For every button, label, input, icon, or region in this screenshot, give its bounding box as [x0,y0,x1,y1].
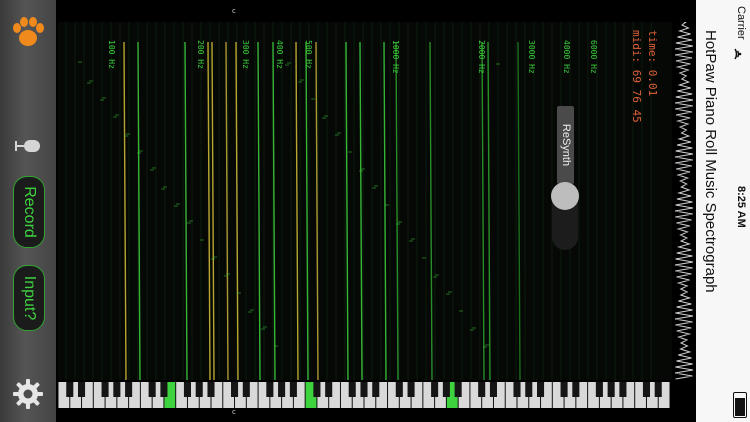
frequency-label: 3000 Hz [527,40,536,74]
waveform-strip [672,21,696,380]
frequency-label: 6000 Hz [589,40,598,74]
black-key[interactable] [525,382,533,397]
black-key[interactable] [266,382,274,397]
wifi-icon [734,48,742,60]
black-key[interactable] [642,382,650,397]
black-key[interactable] [113,382,121,397]
input-button[interactable]: Input? [13,265,45,331]
piano-keyboard[interactable] [58,382,670,408]
black-key[interactable] [595,382,603,397]
black-key[interactable] [289,382,297,397]
piano-keys[interactable] [58,382,670,408]
volume-slider-knob[interactable] [551,182,579,210]
black-key[interactable] [407,382,415,397]
black-key[interactable] [195,382,203,397]
black-key[interactable] [654,382,662,397]
control-panel: Record Input? [0,0,56,422]
frequency-label: 300 Hz [241,40,250,69]
frequency-label: 2000 Hz [477,40,486,74]
frequency-label: 400 Hz [275,40,284,69]
microphone-icon [15,140,40,152]
black-key[interactable] [372,382,380,397]
resynth-button[interactable]: ReSynth [557,106,574,184]
black-key[interactable] [572,382,580,397]
status-time: 8:25 AM [735,186,747,228]
black-key[interactable] [313,382,321,397]
input-button-label: Input? [21,275,38,321]
black-key[interactable] [160,382,168,397]
black-key[interactable] [125,382,133,397]
frequency-label: 1000 Hz [391,40,400,74]
black-key[interactable] [278,382,286,397]
time-readout: time: 0.01 [646,30,659,97]
frequency-label: 200 Hz [196,40,205,69]
octave-marker-top: c [232,7,236,15]
black-key[interactable] [619,382,627,397]
black-key[interactable] [395,382,403,397]
black-key[interactable] [431,382,439,397]
black-key[interactable] [325,382,333,397]
battery-icon [733,392,747,418]
frequency-label: 100 Hz [107,40,116,69]
black-key[interactable] [242,382,250,397]
waveform [674,21,694,380]
black-key[interactable] [537,382,545,397]
black-key[interactable] [513,382,521,397]
frequency-label: 500 Hz [304,40,313,69]
black-key[interactable] [348,382,356,397]
record-button-label: Record [21,186,38,238]
frequency-label: 4000 Hz [562,40,571,74]
black-key[interactable] [607,382,615,397]
black-key[interactable] [101,382,109,397]
black-key[interactable] [207,382,215,397]
app-window: Record Input? 100 Hz 200 Hz 300 Hz 400 Hz 50… [0,0,750,422]
spectrogram-view[interactable]: 100 Hz 200 Hz 300 Hz 400 Hz 500 Hz 1000 Hz 200… [58,22,672,380]
black-key[interactable] [560,382,568,397]
resynth-button-label: ReSynth [559,123,572,167]
app-title: HotPaw Piano Roll Music Spectrograph [702,30,719,293]
gear-icon[interactable] [12,378,44,410]
midi-readout: midi: 69 76 45 [630,30,643,123]
octave-marker-bottom: c [232,408,236,416]
record-button[interactable]: Record [13,176,45,248]
black-key[interactable] [442,382,450,397]
black-key[interactable] [148,382,156,397]
black-key[interactable] [360,382,368,397]
black-key[interactable] [454,382,462,397]
black-key[interactable] [66,382,74,397]
black-key[interactable] [78,382,86,397]
paw-icon[interactable] [11,16,45,48]
spectrogram-plot [65,22,652,380]
black-key[interactable] [489,382,497,397]
black-key[interactable] [231,382,239,397]
carrier-label: Carrier [735,6,747,40]
black-key[interactable] [478,382,486,397]
black-key[interactable] [183,382,191,397]
